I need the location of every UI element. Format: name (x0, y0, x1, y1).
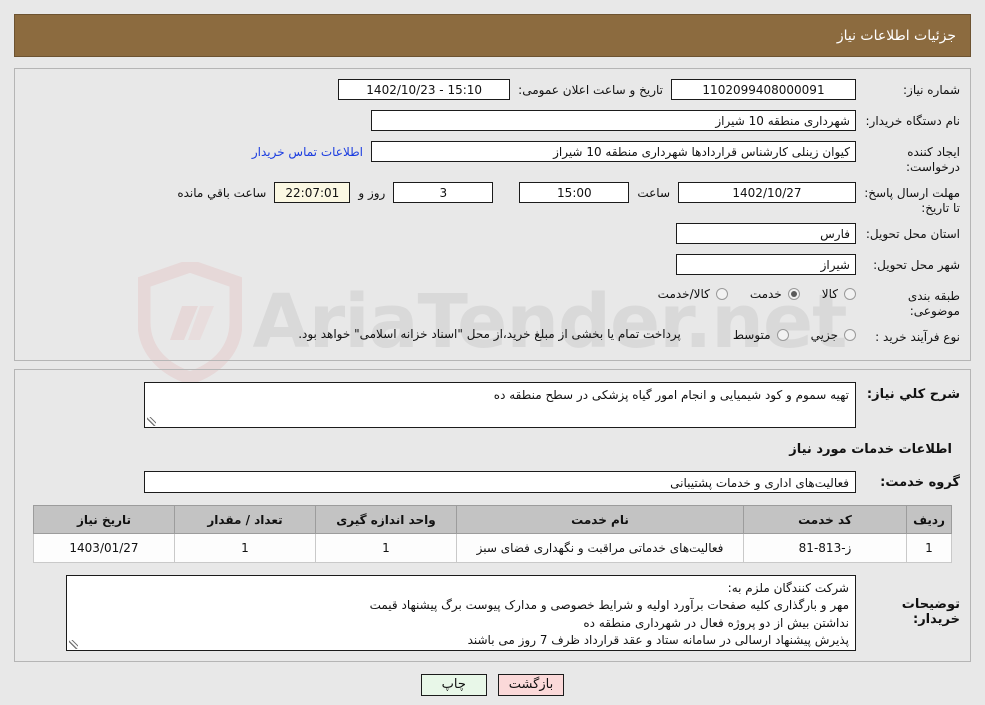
cell-quantity: 1 (174, 533, 316, 563)
deadline-time-label: ساعت (637, 185, 670, 200)
city-label: شهر محل تحویل: (873, 258, 960, 272)
treasury-note-text: پرداخت تمام یا بخشی از مبلغ خرید،از محل … (298, 327, 681, 341)
row-process-type: نوع فرآیند خرید : جزیي متوسط پرداخت تمام… (25, 326, 960, 350)
services-table: ردیف کد خدمت نام خدمت واحد اندازه گیری ت… (33, 505, 952, 563)
radio-icon[interactable] (715, 288, 728, 300)
row-need-number: شماره نیاز: 1102099408000091 تاریخ و ساع… (25, 79, 960, 103)
radio-icon[interactable] (787, 288, 800, 300)
process-option-label: جزیي (810, 328, 838, 342)
category-radio-group: کالا خدمت کالا/خدمت (636, 285, 856, 301)
cell-service-code: ز-813-81 (743, 533, 907, 563)
buyer-org-value[interactable]: شهرداری منطقه 10 شیراز (371, 110, 856, 131)
buyer-notes-line: مهر و بارگذاری کلیه صفحات برآورد اولیه و… (369, 598, 849, 613)
radio-icon[interactable] (844, 288, 856, 300)
public-announce-label: تاریخ و ساعت اعلان عمومی: (518, 82, 663, 97)
buyer-notes-label: توضیحات خریدار: (901, 597, 960, 627)
general-description-label: شرح کلي نیاز: (866, 387, 960, 402)
deadline-label: مهلت ارسال پاسخ: تا تاریخ: (864, 186, 960, 215)
need-number-label: شماره نیاز: (903, 83, 960, 97)
service-group-value[interactable]: فعالیت‌های اداری و خدمات پشتیبانی (144, 471, 856, 493)
buyer-notes-line: پذیرش پیشنهاد ارسالی در سامانه ستاد و عق… (467, 633, 849, 648)
row-deadline: مهلت ارسال پاسخ: تا تاریخ: 1402/10/27 سا… (25, 182, 960, 216)
th-unit: واحد اندازه گیری (315, 505, 457, 534)
process-type-radio-group: جزیي متوسط (711, 326, 856, 342)
radio-icon[interactable] (776, 329, 789, 341)
requester-label: ایجاد کننده درخواست: (906, 145, 960, 174)
services-panel: شرح کلي نیاز: تهیه سموم و کود شیمیایی و … (14, 369, 971, 662)
process-option-label: متوسط (732, 328, 771, 342)
requester-value[interactable]: کیوان زینلی کارشناس قراردادها شهرداری من… (371, 141, 856, 162)
buyer-notes-value[interactable]: شرکت کنندگان ملزم به: مهر و بارگذاری کلی… (66, 575, 856, 651)
category-option-khedmat[interactable]: خدمت (750, 287, 800, 301)
service-group-label: گروه خدمت: (880, 474, 960, 490)
radio-icon[interactable] (844, 329, 856, 341)
deadline-days-label: روز و (358, 185, 386, 200)
buyer-notes-line: شرکت کنندگان ملزم به: (727, 581, 849, 595)
public-announce-value[interactable]: 15:10 - 1402/10/23 (338, 79, 511, 100)
print-button[interactable]: چاپ (420, 674, 487, 696)
table-header-row: ردیف کد خدمت نام خدمت واحد اندازه گیری ت… (33, 505, 952, 534)
category-option-kala-khedmat[interactable]: کالا/خدمت (658, 287, 728, 301)
cell-unit: 1 (315, 533, 457, 563)
deadline-time-value[interactable]: 15:00 (519, 182, 630, 203)
cell-service-name: فعالیت‌های خدماتی مراقبت و نگهداری فضای … (456, 533, 744, 563)
need-info-panel: شماره نیاز: 1102099408000091 تاریخ و ساع… (14, 68, 971, 361)
row-service-group: گروه خدمت: فعالیت‌های اداری و خدمات پشتی… (25, 471, 960, 493)
category-option-label: کالا/خدمت (657, 287, 710, 301)
th-service-code: کد خدمت (743, 505, 907, 534)
th-quantity: تعداد / مقدار (174, 505, 316, 534)
deadline-days-value[interactable]: 3 (393, 182, 494, 203)
province-label: استان محل تحویل: (865, 227, 960, 241)
deadline-date-value[interactable]: 1402/10/27 (678, 182, 856, 203)
need-number-value[interactable]: 1102099408000091 (671, 79, 856, 100)
process-option-motavaset[interactable]: متوسط (733, 328, 789, 342)
cell-radif: 1 (906, 533, 952, 563)
row-buyer-notes: توضیحات خریدار: شرکت کنندگان ملزم به: مه… (25, 575, 960, 651)
deadline-countdown-value: 22:07:01 (274, 182, 351, 203)
page-title-bar: جزئیات اطلاعات نیاز (14, 14, 971, 57)
province-value[interactable]: فارس (676, 223, 856, 244)
row-province: استان محل تحویل: فارس (25, 223, 960, 247)
row-general-description: شرح کلي نیاز: تهیه سموم و کود شیمیایی و … (25, 382, 960, 428)
cell-need-date: 1403/01/27 (33, 533, 175, 563)
th-service-name: نام خدمت (456, 505, 744, 534)
services-section-title: اطلاعات خدمات مورد نیاز (789, 442, 952, 457)
buyer-org-label: نام دستگاه خریدار: (865, 114, 961, 128)
back-button[interactable]: بازگشت (497, 674, 565, 696)
row-buyer-org: نام دستگاه خریدار: شهرداری منطقه 10 شیرا… (25, 110, 960, 134)
services-table-wrap: ردیف کد خدمت نام خدمت واحد اندازه گیری ت… (33, 505, 952, 563)
page-title: جزئیات اطلاعات نیاز (836, 27, 956, 44)
category-option-label: کالا (821, 287, 838, 301)
row-category: طبقه بندی موضوعی: کالا خدمت کالا/خدمت (25, 285, 960, 319)
page-root: جزئیات اطلاعات نیاز شماره نیاز: 11020994… (0, 14, 985, 696)
th-radif: ردیف (906, 505, 952, 534)
city-value[interactable]: شیراز (676, 254, 856, 275)
footer-actions: بازگشت چاپ (14, 674, 971, 696)
general-description-value[interactable]: تهیه سموم و کود شیمیایی و انجام امور گیا… (144, 382, 856, 428)
category-option-label: خدمت (749, 287, 782, 301)
table-row: 1 ز-813-81 فعالیت‌های خدماتی مراقبت و نگ… (33, 533, 952, 563)
process-option-jozei[interactable]: جزیي (811, 328, 856, 342)
deadline-countdown-label: ساعت باقي مانده (177, 185, 267, 200)
category-option-kala[interactable]: کالا (822, 287, 856, 301)
row-requester: ایجاد کننده درخواست: کیوان زینلی کارشناس… (25, 141, 960, 175)
row-city: شهر محل تحویل: شیراز (25, 254, 960, 278)
category-label: طبقه بندی موضوعی: (907, 289, 960, 318)
process-type-label: نوع فرآیند خرید : (875, 330, 960, 344)
th-need-date: تاریخ نیاز (33, 505, 175, 534)
buyer-contact-link[interactable]: اطلاعات تماس خریدار (244, 145, 371, 159)
buyer-notes-line: نداشتن بیش از دو پروژه فعال در شهرداری م… (583, 615, 849, 630)
